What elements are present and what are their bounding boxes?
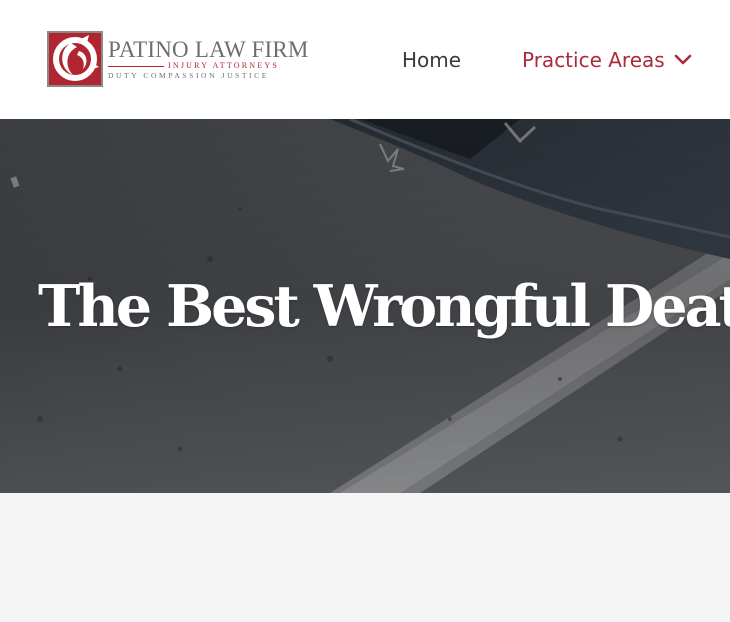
chevron-down-icon xyxy=(674,54,691,65)
main-nav: Home Practice Areas xyxy=(0,46,730,74)
hero-title: The Best Wrongful Death Lawyers xyxy=(38,273,730,340)
nav-item-practice-areas-label: Practice Areas xyxy=(522,48,665,72)
content-section xyxy=(0,493,730,622)
nav-item-practice-areas[interactable]: Practice Areas xyxy=(522,46,692,74)
site-header: PATINO LAW FIRM INJURY ATTORNEYS DUTY CO… xyxy=(0,0,730,119)
hero-banner: The Best Wrongful Death Lawyers xyxy=(0,119,730,493)
nav-item-home[interactable]: Home xyxy=(402,46,461,74)
